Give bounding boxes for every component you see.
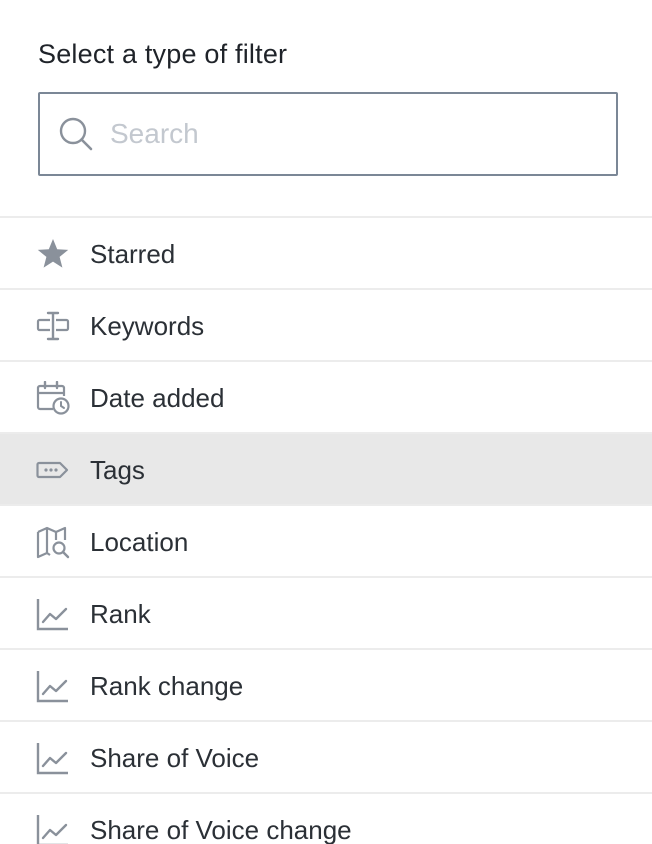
filter-item-label: Share of Voice xyxy=(90,743,260,773)
search-input[interactable] xyxy=(110,94,600,174)
filter-item-rank-change[interactable]: Rank change xyxy=(0,650,652,722)
keyword-cursor-icon xyxy=(36,311,70,341)
filter-item-label: Keywords xyxy=(90,311,205,341)
filter-item-label: Rank change xyxy=(90,671,244,701)
filter-item-location[interactable]: Location xyxy=(0,506,652,578)
search-box[interactable] xyxy=(38,92,618,176)
filter-item-keywords[interactable]: Keywords xyxy=(0,290,652,362)
filter-item-share-of-voice-change[interactable]: Share of Voice change xyxy=(0,794,652,844)
filter-item-label: Location xyxy=(90,527,189,557)
filter-item-label: Share of Voice change xyxy=(90,815,352,844)
filter-item-tags[interactable]: Tags xyxy=(0,434,652,506)
line-chart-icon xyxy=(36,671,68,703)
panel-title: Select a type of filter xyxy=(38,39,288,69)
filter-item-label: Date added xyxy=(90,383,225,413)
search-icon xyxy=(59,117,93,151)
filter-item-starred[interactable]: Starred xyxy=(0,218,652,290)
filter-item-rank[interactable]: Rank xyxy=(0,578,652,650)
tag-icon xyxy=(36,461,69,479)
calendar-clock-icon xyxy=(36,381,70,415)
line-chart-icon xyxy=(36,743,68,775)
line-chart-icon xyxy=(36,599,68,631)
filter-item-label: Rank xyxy=(90,599,151,629)
filter-item-date-added[interactable]: Date added xyxy=(0,362,652,434)
map-search-icon xyxy=(36,526,70,559)
star-icon xyxy=(37,239,69,268)
filter-item-share-of-voice[interactable]: Share of Voice xyxy=(0,722,652,794)
line-chart-icon xyxy=(36,815,68,844)
filter-item-label: Tags xyxy=(90,455,145,485)
filter-type-list: Starred Keywords Date added Tags Locatio… xyxy=(0,216,652,844)
filter-type-panel: Select a type of filter Starred Keywords xyxy=(0,0,652,844)
filter-item-label: Starred xyxy=(90,239,176,269)
